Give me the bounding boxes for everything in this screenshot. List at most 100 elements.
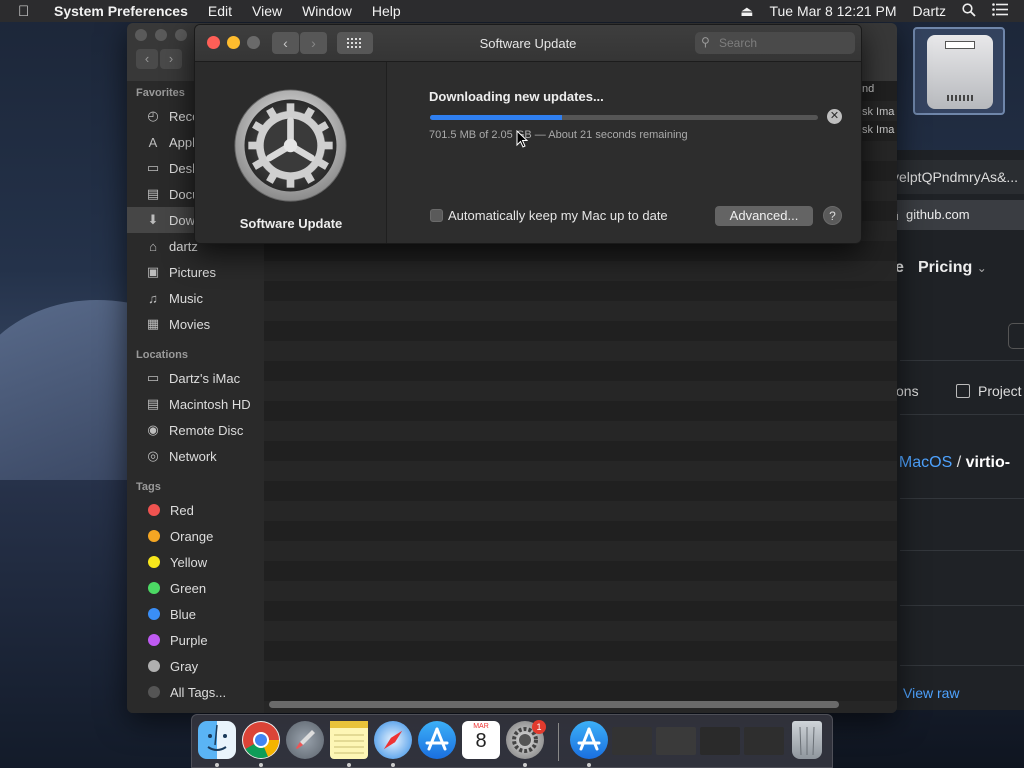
trash-icon	[799, 726, 815, 756]
spotlight-icon[interactable]	[962, 2, 976, 20]
dock-downloads-appstore[interactable]	[570, 721, 608, 759]
dock-app-store[interactable]	[418, 721, 456, 759]
film-icon: ▦	[146, 316, 160, 331]
sidebar-item-label: dartz	[169, 238, 198, 254]
auto-update-label[interactable]: Automatically keep my Mac up to date	[448, 208, 668, 223]
dock-calendar[interactable]: MAR 8	[462, 721, 500, 759]
help-button[interactable]: ?	[823, 206, 842, 225]
browser-url[interactable]: github.com	[880, 200, 1024, 230]
finder-back-button[interactable]: ‹	[136, 49, 158, 69]
menu-clock[interactable]: Tue Mar 8 12:21 PM	[769, 3, 896, 19]
software-update-titlebar: ‹ › Software Update ⚲ Search	[195, 25, 861, 62]
menu-edit[interactable]: Edit	[208, 3, 232, 19]
list-item[interactable]: sk Ima	[862, 106, 894, 118]
tag-color-icon	[148, 608, 160, 620]
breadcrumb-link[interactable]: MacOS	[899, 454, 952, 471]
sidebar-section-favorites: Favorites	[136, 87, 185, 99]
sidebar-section-locations: Locations	[136, 349, 188, 361]
sidebar-item-dartz-s-imac[interactable]: ▭ Dartz's iMac	[127, 365, 264, 391]
dock-finder[interactable]	[198, 721, 236, 759]
sidebar-item-network[interactable]: ◎ Network	[127, 443, 264, 469]
browser-address-fragment[interactable]: velptQPndmryAs&...	[880, 160, 1024, 194]
download-progress-fill	[430, 115, 562, 120]
sidebar-item-remote-disc[interactable]: ◉ Remote Disc	[127, 417, 264, 443]
sidebar-item-label: Movies	[169, 316, 211, 332]
sidebar-item-label: Gray	[170, 658, 199, 674]
dock-safari[interactable]	[374, 721, 412, 759]
app-label: Software Update	[239, 216, 343, 231]
advanced-button[interactable]: Advanced...	[715, 206, 813, 226]
menu-app-name[interactable]: System Preferences	[54, 3, 188, 19]
macintosh-hd-desktop-icon[interactable]	[913, 27, 1005, 115]
menu-user[interactable]: Dartz	[913, 3, 946, 19]
divider	[900, 360, 1024, 361]
sidebar-item-label: Blue	[170, 606, 197, 622]
running-indicator	[523, 763, 527, 767]
breadcrumb-separator: /	[956, 454, 962, 471]
horizontal-scrollbar[interactable]	[269, 701, 839, 708]
cancel-download-button[interactable]: ✕	[827, 109, 842, 124]
nav-pricing[interactable]: Pricing ⌄	[918, 259, 987, 277]
eject-icon[interactable]: ⏏	[740, 3, 753, 20]
finder-forward-button[interactable]: ›	[160, 49, 182, 69]
sidebar-item-label: Music	[169, 290, 203, 306]
camera-icon: ▣	[146, 264, 160, 279]
divider	[900, 665, 1024, 666]
sidebar-item-pictures[interactable]: ▣ Pictures	[127, 259, 264, 285]
nav-pricing-label: Pricing	[918, 259, 973, 276]
browser-button-fragment[interactable]	[1008, 323, 1024, 349]
view-raw-link[interactable]: View raw	[903, 685, 960, 701]
dock-minimized-window[interactable]	[700, 727, 740, 755]
tag-color-icon	[148, 530, 160, 542]
tag-color-icon	[148, 556, 160, 568]
music-icon: ♫	[148, 290, 158, 306]
dock-trash[interactable]	[792, 721, 822, 759]
menu-view[interactable]: View	[252, 3, 282, 19]
finder-close-button[interactable]	[135, 29, 147, 41]
tab-actions-fragment[interactable]: ons	[896, 383, 919, 399]
sidebar-item-macintosh-hd[interactable]: ▤ Macintosh HD	[127, 391, 264, 417]
dock-notes[interactable]	[330, 721, 368, 759]
notification-center-icon[interactable]	[992, 3, 1008, 19]
menu-help[interactable]: Help	[372, 3, 401, 19]
running-indicator	[391, 763, 395, 767]
sidebar-tag-gray[interactable]: Gray	[127, 653, 264, 679]
document-icon: ▤	[146, 186, 160, 201]
mouse-cursor-icon	[516, 130, 528, 148]
sidebar-item-label: Dartz's iMac	[169, 370, 241, 386]
sidebar-item-music[interactable]: ♫ Music	[127, 285, 264, 311]
app-panel: Software Update	[195, 62, 387, 243]
column-header[interactable]: nd	[862, 83, 874, 95]
sidebar-tag-all-tags-[interactable]: All Tags...	[127, 679, 264, 705]
list-item[interactable]: sk Ima	[862, 124, 894, 136]
finder-icon	[207, 724, 227, 751]
tab-projects[interactable]: Project	[978, 383, 1022, 399]
breadcrumb-current: virtio-	[965, 454, 1011, 471]
tag-color-icon	[148, 582, 160, 594]
dock-minimized-window[interactable]	[744, 727, 784, 755]
download-icon: ⬇	[147, 212, 159, 227]
finder-minimize-button[interactable]	[155, 29, 167, 41]
sidebar-tag-green[interactable]: Green	[127, 575, 264, 601]
notification-badge: 1	[532, 720, 546, 734]
sidebar-tag-blue[interactable]: Blue	[127, 601, 264, 627]
sidebar-item-label: Orange	[170, 528, 214, 544]
dock-minimized-window[interactable]	[656, 727, 696, 755]
sidebar-tag-yellow[interactable]: Yellow	[127, 549, 264, 575]
menu-window[interactable]: Window	[302, 3, 352, 19]
sidebar-tag-purple[interactable]: Purple	[127, 627, 264, 653]
dock-chrome[interactable]	[242, 721, 280, 759]
search-input[interactable]: ⚲ Search	[695, 32, 855, 54]
apple-icon[interactable]: 	[18, 3, 38, 20]
sidebar-tag-red[interactable]: Red	[127, 497, 264, 523]
auto-update-checkbox[interactable]	[430, 209, 443, 222]
finder-zoom-button[interactable]	[175, 29, 187, 41]
divider	[900, 605, 1024, 606]
dock-minimized-window[interactable]	[612, 727, 652, 755]
chevron-down-icon: ⌄	[976, 261, 987, 275]
sidebar-item-movies[interactable]: ▦ Movies	[127, 311, 264, 337]
harddisk-icon: ▤	[146, 396, 160, 411]
dock-launchpad[interactable]	[286, 721, 324, 759]
tag-color-icon	[148, 660, 160, 672]
sidebar-tag-orange[interactable]: Orange	[127, 523, 264, 549]
